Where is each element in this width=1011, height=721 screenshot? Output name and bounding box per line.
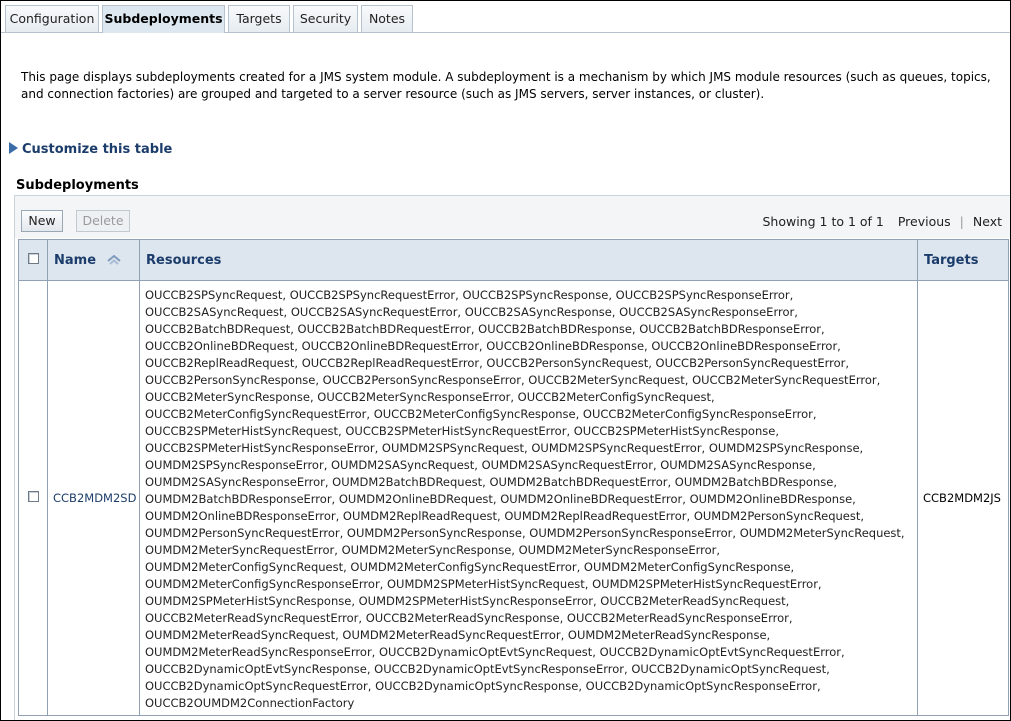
- customize-table-link[interactable]: Customize this table: [9, 142, 172, 160]
- expand-triangle-icon: [9, 142, 18, 154]
- name-cell: CCB2MDM2SD: [47, 280, 140, 716]
- resource-line: OUMDM2MeterConfigSyncRequest, OUMDM2Mete…: [145, 560, 795, 574]
- resource-line: OUCCB2SPMeterHistSyncResponseError, OUMD…: [145, 441, 864, 455]
- resource-line: OUCCB2OnlineBDRequest, OUCCB2OnlineBDReq…: [145, 339, 841, 353]
- section-title: Subdeployments: [16, 178, 139, 193]
- tab-configuration[interactable]: Configuration: [5, 5, 99, 32]
- select-all-header: [18, 239, 48, 281]
- select-all-checkbox[interactable]: [27, 252, 39, 264]
- resource-line: OUCCB2MeterReadSyncRequestError, OUCCB2M…: [145, 611, 793, 625]
- resource-line: OUCCB2BatchBDRequest, OUCCB2BatchBDReque…: [145, 322, 825, 336]
- showing-count: Showing 1 to 1 of 1: [762, 214, 884, 229]
- resource-line: OUCCB2DynamicOptSyncRequestError, OUCCB2…: [145, 679, 821, 693]
- sort-ascending-icon[interactable]: [106, 254, 122, 265]
- resource-line: OUCCB2SPSyncRequest, OUCCB2SPSyncRequest…: [145, 288, 794, 302]
- new-button[interactable]: New: [21, 210, 63, 232]
- resource-line: OUMDM2SPMeterHistSyncResponse, OUMDM2SPM…: [145, 594, 790, 608]
- resource-line: OUCCB2ReplReadRequest, OUCCB2ReplReadReq…: [145, 356, 850, 370]
- resource-line: OUMDM2SASyncResponseError, OUMDM2BatchBD…: [145, 475, 837, 489]
- resource-line: OUMDM2OnlineBDResponseError, OUMDM2ReplR…: [145, 509, 865, 523]
- next-link[interactable]: Next: [973, 214, 1002, 229]
- table-header-row: Name Resources Targets: [18, 239, 1009, 281]
- resource-line: OUMDM2BatchBDResponseError, OUMDM2Online…: [145, 492, 856, 506]
- resource-line: OUCCB2SPMeterHistSyncRequest, OUCCB2SPMe…: [145, 424, 779, 438]
- resource-line: OUCCB2MeterConfigSyncRequestError, OUCCB…: [145, 407, 817, 421]
- subdeployments-table: Name Resources Targets CCB2MDM2SD OUCCB2S…: [18, 239, 1009, 716]
- resource-line: OUCCB2OUMDM2ConnectionFactory: [145, 696, 355, 710]
- resource-line: OUCCB2SASyncRequest, OUCCB2SASyncRequest…: [145, 305, 798, 319]
- resource-line: OUMDM2MeterReadSyncResponseError, OUCCB2…: [145, 645, 845, 659]
- resource-line: OUCCB2DynamicOptEvtSyncResponse, OUCCB2D…: [145, 662, 830, 676]
- tab-targets[interactable]: Targets: [228, 5, 290, 32]
- row-checkbox[interactable]: [27, 491, 39, 502]
- table-row: CCB2MDM2SD OUCCB2SPSyncRequest, OUCCB2SPS…: [18, 280, 1009, 716]
- previous-link[interactable]: Previous: [898, 214, 951, 229]
- targets-column-header: Targets: [917, 239, 1009, 281]
- name-header-label: Name: [54, 252, 97, 268]
- page-frame: Configuration Subdeployments Targets Sec…: [0, 0, 1011, 721]
- resource-line: OUCCB2PersonSyncResponse, OUCCB2PersonSy…: [145, 373, 881, 387]
- resource-line: OUCCB2MeterSyncResponse, OUCCB2MeterSync…: [145, 390, 715, 404]
- pagination: Showing 1 to 1 of 1 Previous | Next: [762, 214, 1002, 229]
- resource-line: OUMDM2MeterConfigSyncResponseError, OUMD…: [145, 577, 822, 591]
- resources-column-header: Resources: [139, 239, 918, 281]
- subdeployment-name-link[interactable]: CCB2MDM2SD: [53, 491, 136, 505]
- tab-bar: Configuration Subdeployments Targets Sec…: [1, 1, 1010, 33]
- resources-cell: OUCCB2SPSyncRequest, OUCCB2SPSyncRequest…: [139, 280, 918, 716]
- customize-table-label: Customize this table: [22, 142, 173, 157]
- resource-line: OUMDM2SPSyncResponseError, OUMDM2SASyncR…: [145, 458, 816, 472]
- name-column-header[interactable]: Name: [47, 239, 140, 281]
- resource-line: OUMDM2MeterSyncRequestError, OUMDM2Meter…: [145, 543, 721, 557]
- tab-security[interactable]: Security: [293, 5, 358, 32]
- resource-line: OUMDM2MeterReadSyncRequest, OUMDM2MeterR…: [145, 628, 771, 642]
- page-description: This page displays subdeployments create…: [21, 70, 991, 101]
- tab-notes[interactable]: Notes: [361, 5, 413, 32]
- resource-line: OUMDM2PersonSyncRequestError, OUMDM2Pers…: [145, 526, 905, 540]
- delete-button[interactable]: Delete: [76, 210, 130, 232]
- tab-subdeployments[interactable]: Subdeployments: [102, 5, 225, 33]
- row-select-cell: [18, 280, 48, 716]
- targets-cell: CCB2MDM2JS: [917, 280, 1009, 716]
